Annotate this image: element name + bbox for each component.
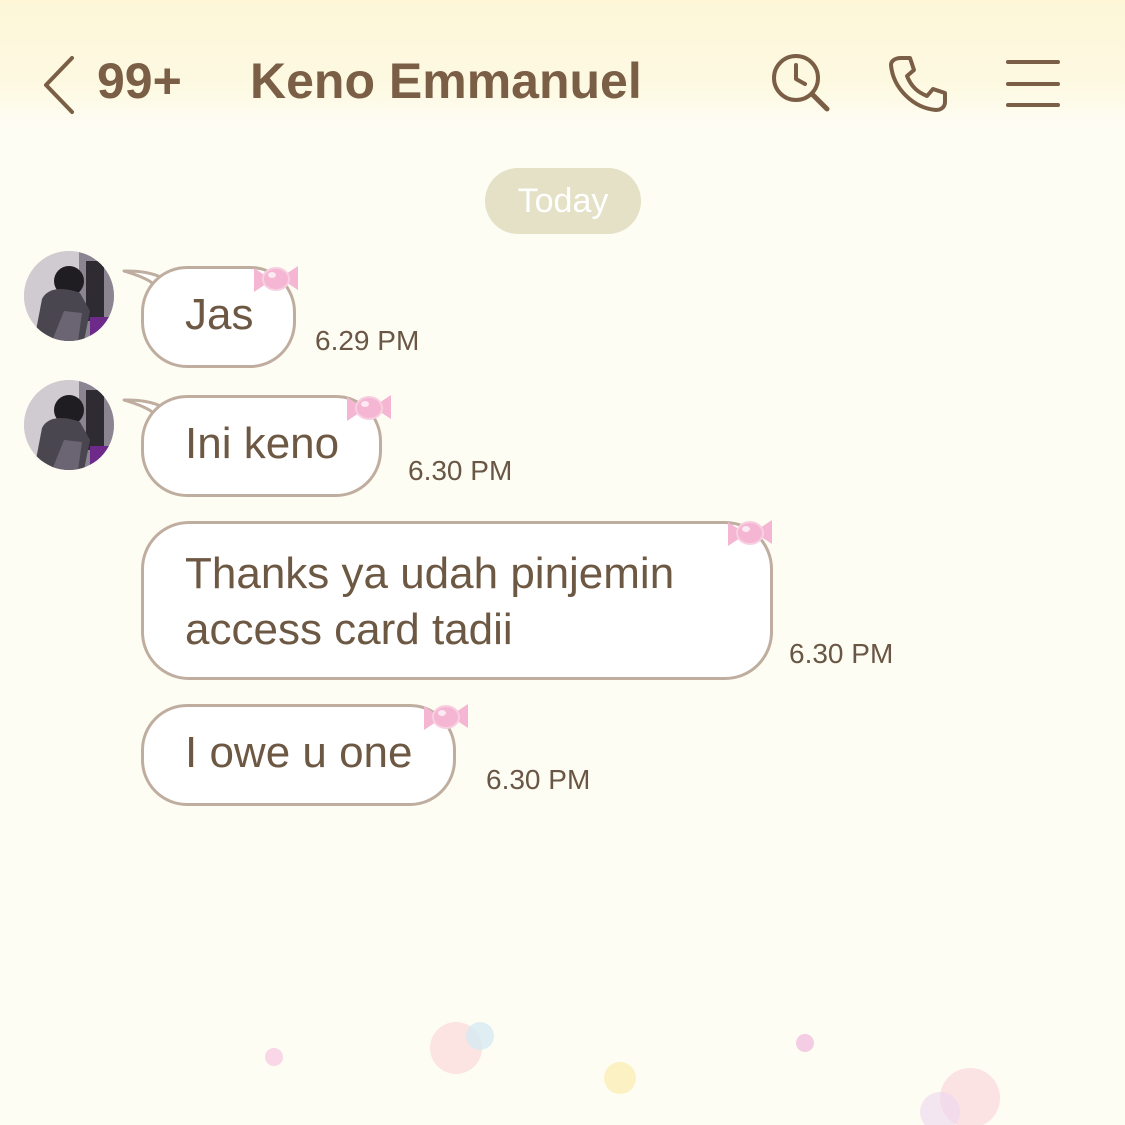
chevron-left-icon <box>36 50 76 120</box>
message-text: Ini keno <box>185 419 340 468</box>
decor-dot <box>604 1062 636 1094</box>
message-time: 6.29 PM <box>315 325 420 356</box>
avatar[interactable] <box>24 380 114 470</box>
decor-dot <box>265 1048 283 1066</box>
menu-icon <box>1006 60 1060 114</box>
message-text-line: Thanks ya udah pinjemin <box>185 549 675 598</box>
menu-button[interactable] <box>1006 58 1060 115</box>
message-time: 6.30 PM <box>486 764 591 795</box>
message-bubble[interactable]: Thanks ya udah pinjemin access card tadi… <box>141 521 773 680</box>
message-time: 6.30 PM <box>789 638 894 669</box>
unread-count[interactable]: 99+ <box>97 52 182 110</box>
contact-name: Keno Emmanuel <box>250 53 642 109</box>
message-bubble[interactable]: I owe u one <box>141 704 456 806</box>
search-button[interactable] <box>770 52 832 119</box>
decor-dot <box>796 1034 814 1052</box>
decor-dot <box>920 1092 960 1125</box>
message-time: 6.30 PM <box>408 455 513 486</box>
candy-icon <box>424 704 468 730</box>
candy-icon <box>254 266 298 292</box>
search-clock-icon <box>770 54 832 118</box>
date-separator: Today <box>485 168 641 234</box>
call-button[interactable] <box>887 52 949 119</box>
phone-icon <box>887 56 949 118</box>
back-button[interactable] <box>36 50 76 120</box>
chat-screen: 99+ Keno Emmanuel Today Jas 6.29 PM Ini … <box>0 0 1125 1125</box>
candy-icon <box>347 395 391 421</box>
candy-icon <box>728 520 772 546</box>
avatar[interactable] <box>24 251 114 341</box>
message-text: Jas <box>185 290 254 339</box>
message-text: I owe u one <box>185 728 413 777</box>
message-text-line: access card tadii <box>185 605 513 654</box>
decor-dot <box>466 1022 494 1050</box>
